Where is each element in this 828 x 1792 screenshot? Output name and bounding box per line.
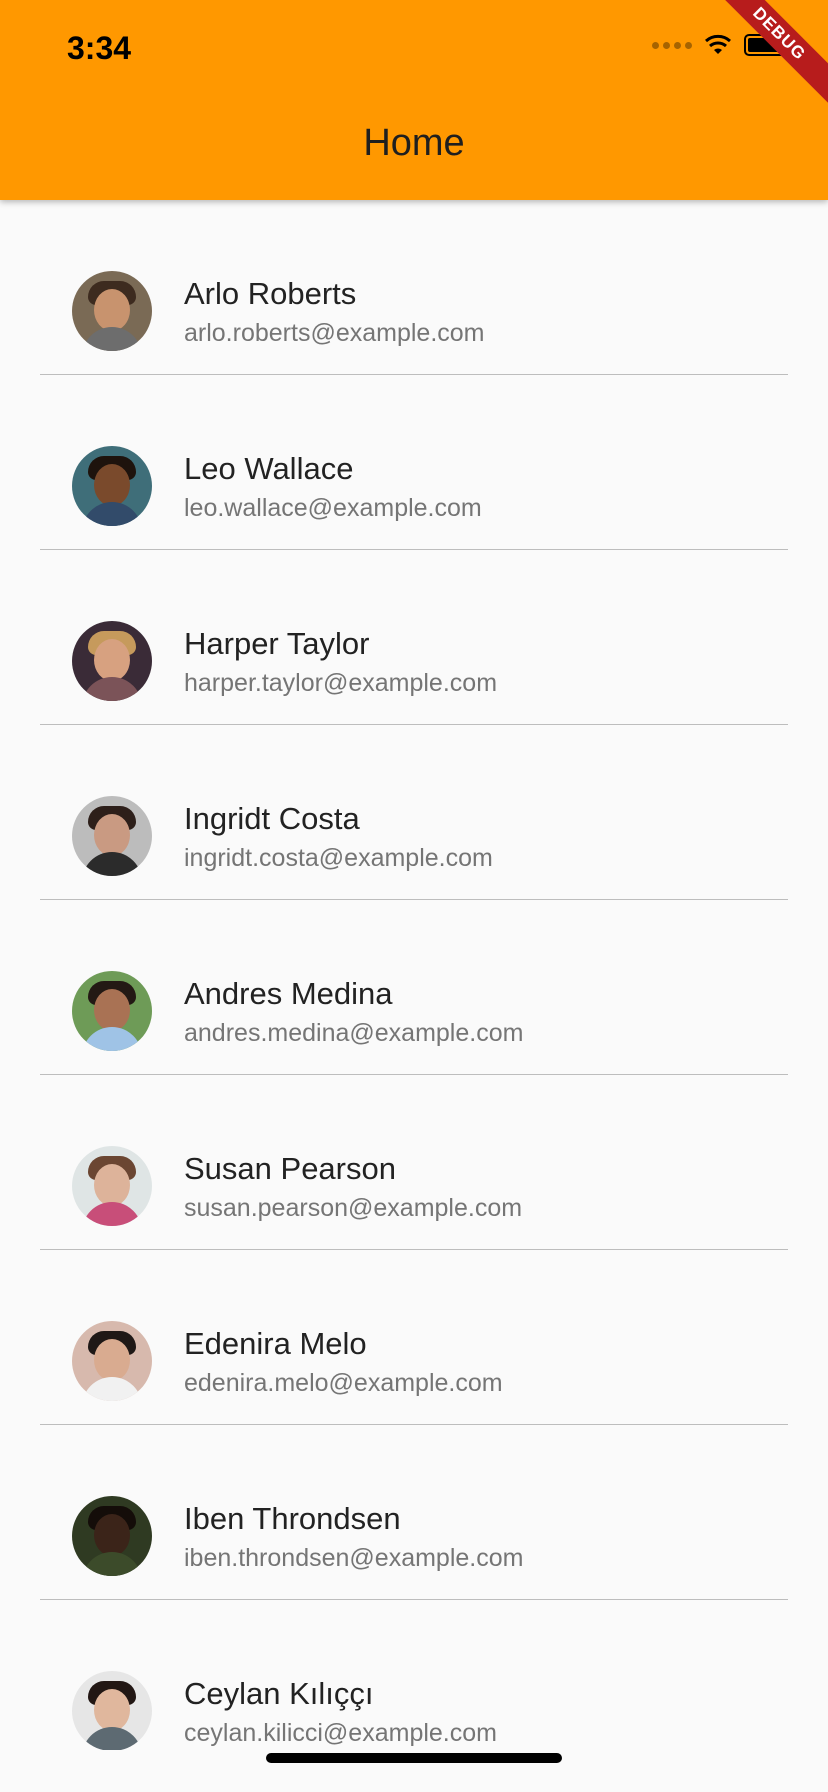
- avatar: [72, 621, 152, 701]
- user-name: Harper Taylor: [184, 626, 370, 661]
- app-root: { "status_bar": { "time": "3:34" }, "app…: [0, 0, 828, 1792]
- list-item[interactable]: Ceylan Kılıççı ceylan.kilicci@example.co…: [0, 1600, 828, 1750]
- list-item[interactable]: Edenira Melo edenira.melo@example.com: [0, 1250, 828, 1425]
- user-email: andres.medina@example.com: [184, 1019, 524, 1047]
- user-email: ingridt.costa@example.com: [184, 844, 493, 872]
- user-name: Andres Medina: [184, 976, 393, 1011]
- list-item[interactable]: Leo Wallace leo.wallace@example.com: [0, 375, 828, 550]
- user-name: Iben Throndsen: [184, 1501, 401, 1536]
- user-name: Ingridt Costa: [184, 801, 360, 836]
- user-email: edenira.melo@example.com: [184, 1369, 503, 1397]
- list-item[interactable]: Iben Throndsen iben.throndsen@example.co…: [0, 1425, 828, 1600]
- user-name: Ceylan Kılıççı: [184, 1676, 374, 1711]
- avatar: [72, 271, 152, 351]
- page-title: Home: [363, 122, 465, 164]
- list-item[interactable]: Harper Taylor harper.taylor@example.com: [0, 550, 828, 725]
- status-time: 3:34: [67, 30, 132, 66]
- home-indicator: [266, 1753, 562, 1763]
- user-email: susan.pearson@example.com: [184, 1194, 523, 1222]
- list-item[interactable]: Arlo Roberts arlo.roberts@example.com: [0, 200, 828, 375]
- list-item[interactable]: Andres Medina andres.medina@example.com: [0, 900, 828, 1075]
- user-list[interactable]: Arlo Roberts arlo.roberts@example.com Le…: [0, 200, 828, 1750]
- user-name: Arlo Roberts: [184, 276, 357, 311]
- user-email: harper.taylor@example.com: [184, 669, 498, 697]
- list-item[interactable]: Susan Pearson susan.pearson@example.com: [0, 1075, 828, 1250]
- user-name: Susan Pearson: [184, 1151, 396, 1186]
- cellular-signal-icon: [652, 41, 692, 49]
- user-email: iben.throndsen@example.com: [184, 1544, 524, 1572]
- user-email: leo.wallace@example.com: [184, 494, 482, 522]
- wifi-icon: [705, 34, 731, 54]
- avatar: [72, 796, 152, 876]
- user-email: ceylan.kilicci@example.com: [184, 1719, 497, 1747]
- user-name: Edenira Melo: [184, 1326, 367, 1361]
- avatar: [72, 1671, 152, 1750]
- avatar: [72, 1496, 152, 1576]
- list-item[interactable]: Ingridt Costa ingridt.costa@example.com: [0, 725, 828, 900]
- user-name: Leo Wallace: [184, 451, 354, 486]
- avatar: [72, 446, 152, 526]
- user-email: arlo.roberts@example.com: [184, 319, 485, 347]
- avatar: [72, 1321, 152, 1401]
- avatar: [72, 971, 152, 1051]
- avatar: [72, 1146, 152, 1226]
- app-bar: 3:34 Home: [0, 0, 828, 200]
